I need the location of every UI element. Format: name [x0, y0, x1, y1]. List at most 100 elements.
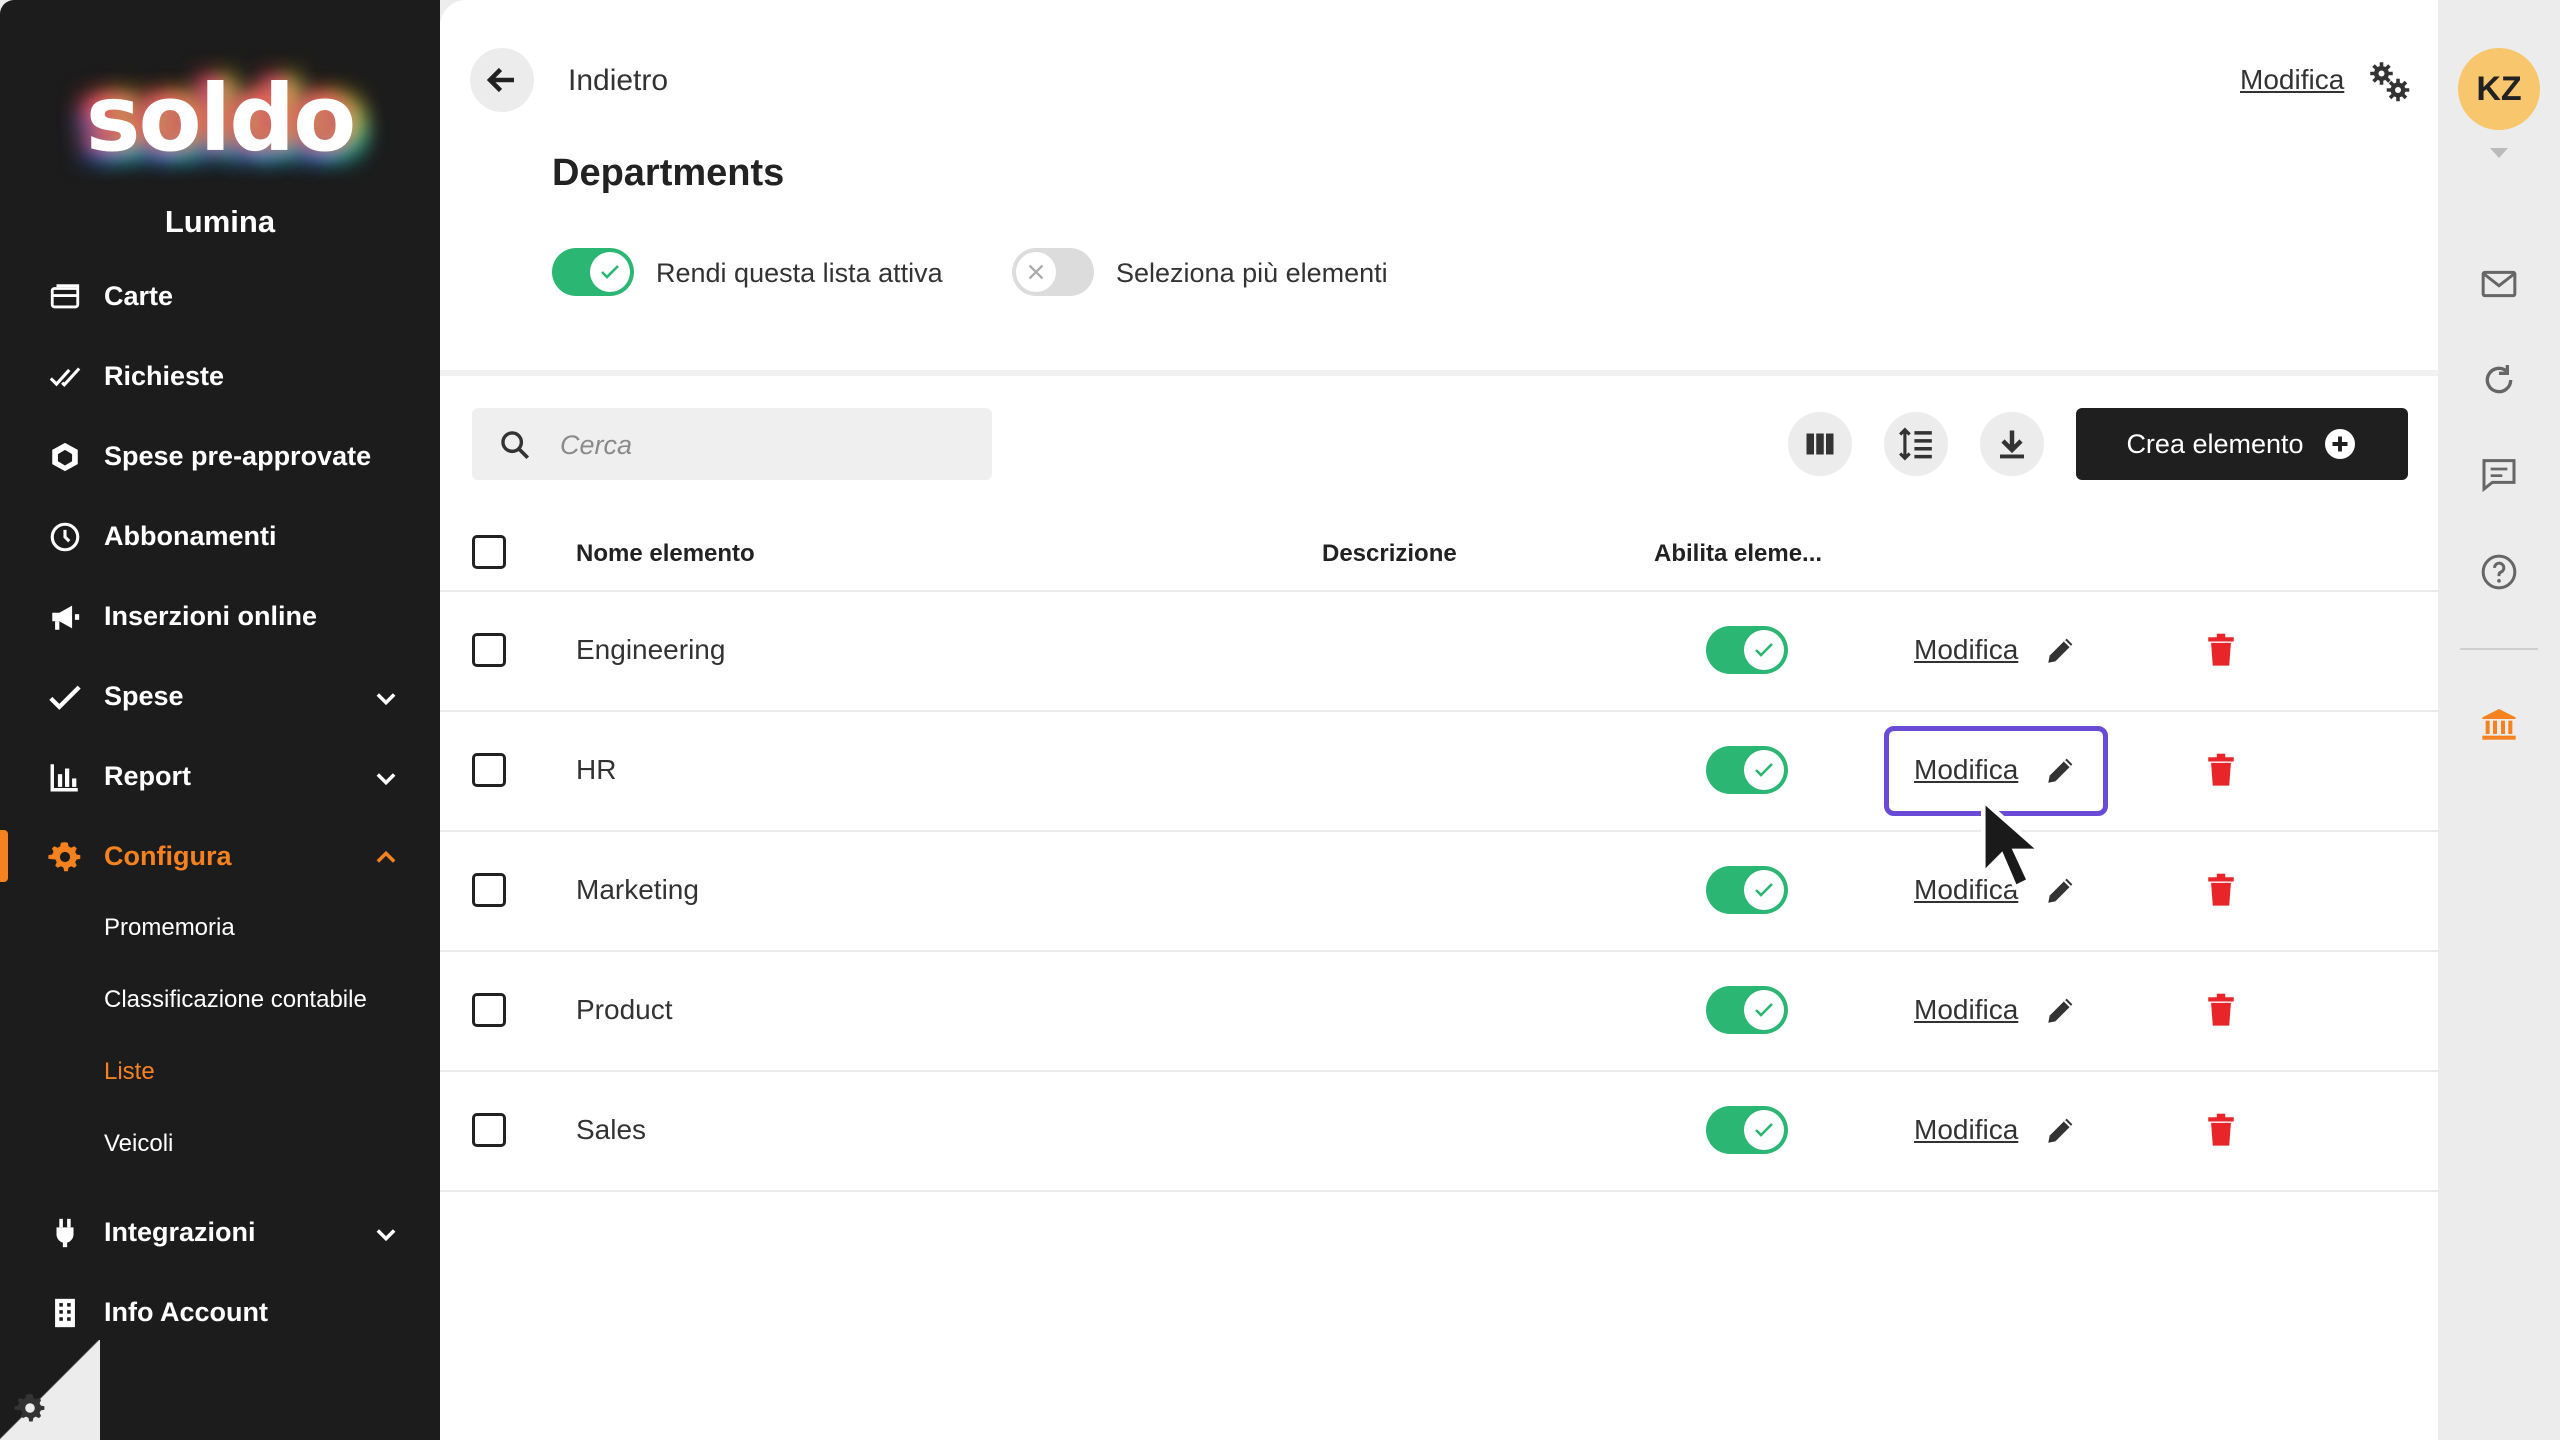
- caret-down-icon[interactable]: [2488, 146, 2510, 160]
- trash-icon[interactable]: [2206, 993, 2236, 1027]
- trash-icon[interactable]: [2206, 753, 2236, 787]
- check-icon: [1755, 643, 1773, 657]
- page-title: Departments: [552, 152, 785, 194]
- pencil-icon[interactable]: [2044, 873, 2078, 907]
- sidebar-item-label: Spese: [104, 680, 184, 711]
- plug-icon: [56, 1218, 74, 1248]
- row-name: Engineering: [576, 634, 726, 665]
- arrow-left-icon: [486, 67, 514, 93]
- pencil-icon[interactable]: [2044, 1113, 2078, 1147]
- toggle-knob: [1744, 990, 1784, 1030]
- sidebar-item-label: Inserzioni online: [104, 600, 318, 631]
- row-checkbox[interactable]: [472, 753, 506, 787]
- sidebar-item-richieste[interactable]: Richieste: [0, 346, 440, 406]
- row-name: Sales: [576, 1114, 647, 1145]
- sidebar-subitem-liste[interactable]: Liste: [104, 1058, 155, 1086]
- row-enable-toggle[interactable]: [1706, 866, 1788, 914]
- trash-icon[interactable]: [2206, 1113, 2236, 1147]
- row-enable-toggle[interactable]: [1706, 986, 1788, 1034]
- multi-select-label: Seleziona più elementi: [1116, 258, 1388, 288]
- cards-icon: [50, 284, 80, 309]
- sidebar-subitem-classificazione-contabile[interactable]: Classificazione contabile: [104, 986, 367, 1014]
- sidebar-item-info-account[interactable]: Info Account: [0, 1282, 440, 1342]
- sidebar-item-abbonamenti[interactable]: Abbonamenti: [0, 506, 440, 566]
- columns-icon: [1806, 433, 1834, 455]
- toggle-knob: [1016, 252, 1056, 292]
- create-item-button[interactable]: Crea elemento: [2076, 408, 2408, 480]
- sidebar-subitem-veicoli[interactable]: Veicoli: [104, 1130, 173, 1158]
- column-header-name[interactable]: Nome elemento: [576, 540, 755, 568]
- bank-icon[interactable]: [2479, 704, 2519, 744]
- row-edit-link[interactable]: Modifica: [1914, 1114, 2018, 1146]
- search-box[interactable]: [472, 408, 992, 480]
- sidebar-item-spese[interactable]: Spese: [0, 666, 440, 726]
- row-enable-toggle[interactable]: [1706, 746, 1788, 794]
- sidebar-item-label: Info Account: [104, 1296, 268, 1327]
- sidebar: soldo Lumina Carte Richieste Spese pre-a…: [0, 0, 440, 1440]
- row-divider: [440, 710, 2438, 712]
- sidebar-item-label: Spese pre-approvate: [104, 440, 372, 471]
- double-check-icon: [49, 367, 81, 388]
- toggle-knob: [1744, 870, 1784, 910]
- user-avatar[interactable]: KZ: [2458, 48, 2540, 130]
- right-rail: KZ: [2438, 0, 2560, 1440]
- mail-icon[interactable]: [2479, 264, 2519, 304]
- row-name: Marketing: [576, 874, 699, 905]
- gears-icon[interactable]: [2368, 60, 2410, 102]
- search-input[interactable]: [558, 422, 982, 468]
- sidebar-item-inserzioni-online[interactable]: Inserzioni online: [0, 586, 440, 646]
- row-enable-toggle[interactable]: [1706, 626, 1788, 674]
- column-header-enabled[interactable]: Abilita eleme...: [1654, 540, 1822, 568]
- sidebar-item-spese-pre-approvate[interactable]: Spese pre-approvate: [0, 426, 440, 486]
- row-divider: [440, 1190, 2438, 1192]
- row-density-button[interactable]: [1884, 412, 1948, 476]
- column-header-description[interactable]: Descrizione: [1322, 540, 1457, 568]
- settings-gear-icon[interactable]: [14, 1392, 46, 1424]
- section-divider: [440, 370, 2438, 376]
- check-icon: [601, 265, 619, 279]
- trash-icon[interactable]: [2206, 633, 2236, 667]
- sidebar-subitem-promemoria[interactable]: Promemoria: [104, 914, 235, 942]
- row-checkbox[interactable]: [472, 873, 506, 907]
- sidebar-corner: [0, 1340, 100, 1440]
- trash-icon[interactable]: [2206, 873, 2236, 907]
- clock-icon: [50, 522, 80, 552]
- row-enable-toggle[interactable]: [1706, 1106, 1788, 1154]
- toggle-knob: [1744, 630, 1784, 670]
- create-item-label: Crea elemento: [2126, 428, 2304, 459]
- row-checkbox[interactable]: [472, 1113, 506, 1147]
- multi-select-toggle[interactable]: [1012, 248, 1094, 296]
- row-checkbox[interactable]: [472, 993, 506, 1027]
- download-button[interactable]: [1980, 412, 2044, 476]
- sidebar-item-integrazioni[interactable]: Integrazioni: [0, 1202, 440, 1262]
- list-active-toggle[interactable]: [552, 248, 634, 296]
- bar-chart-icon: [50, 764, 78, 792]
- chat-icon[interactable]: [2479, 454, 2519, 494]
- row-edit-link[interactable]: Modifica: [1914, 994, 2018, 1026]
- row-checkbox[interactable]: [472, 633, 506, 667]
- row-edit-link[interactable]: Modifica: [1914, 634, 2018, 666]
- help-icon[interactable]: [2479, 552, 2519, 592]
- chevron-down-icon: [376, 773, 396, 786]
- chevron-up-icon: [376, 850, 396, 863]
- back-button[interactable]: [470, 48, 534, 112]
- list-active-label: Rendi questa lista attiva: [656, 258, 943, 288]
- sidebar-item-carte[interactable]: Carte: [0, 266, 440, 326]
- sidebar-item-configura[interactable]: Configura: [0, 826, 440, 886]
- check-icon: [1755, 883, 1773, 897]
- refresh-icon[interactable]: [2479, 360, 2519, 400]
- columns-button[interactable]: [1788, 412, 1852, 476]
- back-label[interactable]: Indietro: [568, 64, 668, 98]
- select-all-checkbox[interactable]: [472, 535, 506, 569]
- building-icon: [55, 1298, 75, 1328]
- edit-list-link[interactable]: Modifica: [2240, 64, 2344, 96]
- sidebar-item-label: Report: [104, 760, 191, 791]
- row-name: Product: [576, 994, 673, 1025]
- close-icon: [1028, 264, 1044, 280]
- pencil-icon[interactable]: [2044, 633, 2078, 667]
- sidebar-item-label: Configura: [104, 840, 232, 871]
- pencil-icon[interactable]: [2044, 993, 2078, 1027]
- download-icon: [2000, 430, 2024, 459]
- sidebar-item-report[interactable]: Report: [0, 746, 440, 806]
- soldo-logo: soldo: [85, 65, 357, 172]
